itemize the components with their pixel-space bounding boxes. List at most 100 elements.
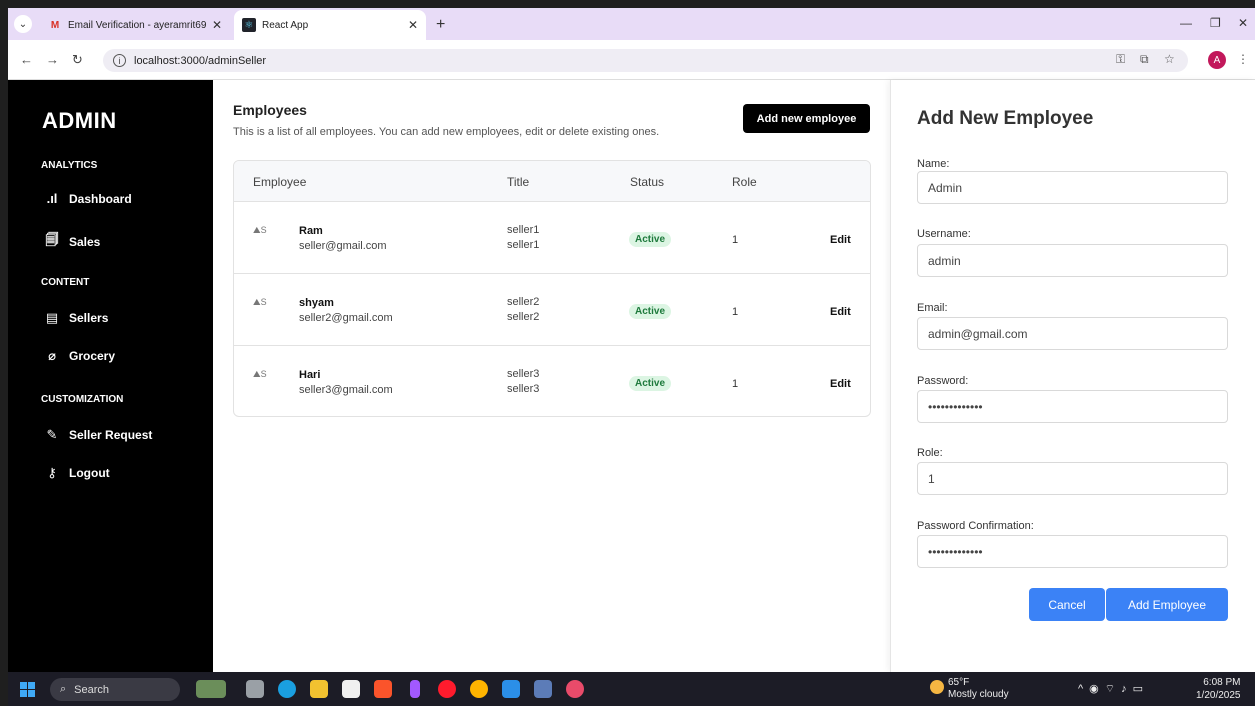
role-input[interactable] bbox=[917, 462, 1228, 495]
employee-title: seller1 bbox=[507, 224, 540, 236]
key-icon: ⚷ bbox=[47, 465, 57, 480]
sidebar-item-logout[interactable]: ⚷ Logout bbox=[44, 465, 109, 481]
close-tab-icon[interactable]: ✕ bbox=[212, 18, 222, 32]
profile-avatar[interactable]: A bbox=[1208, 51, 1226, 69]
volume-icon[interactable]: ♪ bbox=[1121, 683, 1133, 695]
email-input[interactable] bbox=[917, 317, 1228, 350]
reload-icon[interactable]: ↻ bbox=[72, 52, 83, 68]
system-tray[interactable]: ^◉⌔♪▭ bbox=[1078, 682, 1149, 696]
add-new-employee-button[interactable]: Add new employee bbox=[743, 104, 870, 133]
column-header-role: Role bbox=[732, 175, 757, 189]
app-icon[interactable] bbox=[534, 680, 552, 698]
password-key-icon[interactable]: ⚿ bbox=[1116, 52, 1125, 67]
status-badge: Active bbox=[629, 376, 672, 391]
vscode-icon[interactable] bbox=[502, 680, 520, 698]
sidebar-item-label: Seller Request bbox=[69, 428, 153, 442]
battery-icon[interactable]: ▭ bbox=[1133, 683, 1149, 695]
employee-role: 1 bbox=[732, 378, 739, 390]
username-label: Username: bbox=[917, 228, 971, 240]
sidebar-item-dashboard[interactable]: .ıl Dashboard bbox=[44, 191, 132, 206]
username-input[interactable] bbox=[917, 244, 1228, 277]
url-text: localhost:3000/adminSeller bbox=[134, 54, 267, 67]
tab-email-verification[interactable]: M Email Verification - ayeramrit69 ✕ bbox=[40, 10, 230, 40]
search-icon: ⌕ bbox=[60, 683, 67, 695]
role-label: Role: bbox=[917, 447, 943, 459]
password-confirmation-label: Password Confirmation: bbox=[917, 520, 1034, 532]
employee-email: seller@gmail.com bbox=[299, 240, 387, 252]
clock[interactable]: 6:08 PM 1/20/2025 bbox=[1196, 676, 1241, 702]
taskbar: ⌕ Search 65°F Mostly cloudy ^◉⌔♪▭ 6:08 P… bbox=[8, 672, 1255, 706]
sidebar-item-label: Grocery bbox=[69, 349, 116, 363]
weather-widget[interactable]: 65°F Mostly cloudy bbox=[930, 677, 1009, 701]
page-subtitle: This is a list of all employees. You can… bbox=[233, 126, 660, 138]
edge-icon[interactable] bbox=[278, 680, 296, 698]
back-icon[interactable]: ← bbox=[20, 52, 33, 67]
clock-time: 6:08 PM bbox=[1203, 677, 1241, 688]
name-input[interactable] bbox=[917, 171, 1228, 204]
add-employee-button[interactable]: Add Employee bbox=[1106, 588, 1228, 621]
employee-title-secondary: seller1 bbox=[507, 239, 540, 251]
forward-icon[interactable]: → bbox=[46, 52, 59, 67]
file-explorer-icon[interactable] bbox=[310, 680, 328, 698]
more-menu-icon[interactable]: ⋮ bbox=[1237, 52, 1249, 66]
minimize-icon[interactable]: — bbox=[1180, 16, 1192, 30]
chrome-profile-icon[interactable] bbox=[566, 680, 584, 698]
broken-image-icon: ⛰ bbox=[253, 297, 261, 307]
cast-icon[interactable]: ⧉ bbox=[1140, 52, 1149, 67]
brave-icon[interactable] bbox=[374, 680, 392, 698]
edit-link[interactable]: Edit bbox=[830, 306, 851, 318]
gmail-icon: M bbox=[50, 19, 60, 31]
weather-description: Mostly cloudy bbox=[948, 689, 1009, 700]
figma-icon[interactable] bbox=[410, 680, 420, 698]
close-tab-icon[interactable]: ✕ bbox=[408, 18, 418, 32]
sidebar-item-seller-request[interactable]: ✎ Seller Request bbox=[44, 427, 153, 443]
chevron-up-icon[interactable]: ^ bbox=[1078, 683, 1089, 695]
employee-name: Ram bbox=[299, 225, 323, 237]
employees-table: Employee Title Status Role ⛰S Ram seller… bbox=[233, 160, 871, 417]
status-badge: Active bbox=[629, 232, 672, 247]
task-view-icon[interactable] bbox=[246, 680, 264, 698]
windows-start-icon[interactable] bbox=[20, 682, 35, 697]
opera-icon[interactable] bbox=[438, 680, 456, 698]
section-customization: CUSTOMIZATION bbox=[41, 394, 124, 405]
page-title: Employees bbox=[233, 102, 307, 118]
column-header-employee: Employee bbox=[253, 175, 307, 189]
wifi-icon[interactable]: ⌔ bbox=[1105, 683, 1121, 695]
clock-date: 1/20/2025 bbox=[1196, 690, 1241, 701]
sidebar: ADMIN ANALYTICS .ıl Dashboard 🗐 Sales CO… bbox=[8, 80, 213, 672]
tab-search-chevron-icon[interactable]: ⌄ bbox=[14, 15, 32, 33]
sidebar-item-sales[interactable]: 🗐 Sales bbox=[44, 231, 101, 253]
chrome-icon[interactable] bbox=[470, 680, 488, 698]
url-bar[interactable]: i localhost:3000/adminSeller bbox=[103, 49, 1188, 72]
new-tab-icon[interactable]: + bbox=[436, 16, 445, 34]
table-row: ⛰S shyam seller2@gmail.com seller2 selle… bbox=[234, 274, 870, 346]
nvidia-icon[interactable]: ◉ bbox=[1089, 683, 1105, 695]
password-confirmation-input[interactable] bbox=[917, 535, 1228, 568]
cancel-button[interactable]: Cancel bbox=[1029, 588, 1105, 621]
taskbar-search[interactable]: ⌕ Search bbox=[50, 678, 180, 701]
column-header-title: Title bbox=[507, 175, 530, 189]
bookmark-star-icon[interactable]: ☆ bbox=[1164, 52, 1175, 66]
chart-icon: .ıl bbox=[46, 191, 58, 206]
close-window-icon[interactable]: ✕ bbox=[1238, 16, 1248, 30]
sidebar-item-label: Dashboard bbox=[69, 191, 132, 206]
name-label: Name: bbox=[917, 158, 950, 170]
widgets-icon[interactable] bbox=[196, 680, 226, 698]
weather-temperature: 65°F bbox=[948, 677, 970, 688]
store-icon[interactable] bbox=[342, 680, 360, 698]
info-icon[interactable]: i bbox=[113, 54, 126, 67]
main-content: Employees This is a list of all employee… bbox=[213, 80, 890, 672]
employee-title: seller3 bbox=[507, 368, 540, 380]
password-input[interactable] bbox=[917, 390, 1228, 423]
edit-link[interactable]: Edit bbox=[830, 378, 851, 390]
email-label: Email: bbox=[917, 302, 948, 314]
browser-tab-strip: ⌄ M Email Verification - ayeramrit69 ✕ ⚛… bbox=[8, 8, 1255, 40]
sidebar-item-grocery[interactable]: ⌀ Grocery bbox=[44, 348, 115, 364]
broken-image-icon: ⛰ bbox=[253, 225, 261, 235]
avatar: ⛰S bbox=[253, 225, 267, 235]
sidebar-item-sellers[interactable]: ▤ Sellers bbox=[44, 310, 109, 326]
tab-react-app[interactable]: ⚛ React App ✕ bbox=[234, 10, 426, 40]
edit-link[interactable]: Edit bbox=[830, 234, 851, 246]
restore-icon[interactable]: ❐ bbox=[1210, 16, 1221, 30]
taskbar-search-label: Search bbox=[74, 683, 110, 696]
